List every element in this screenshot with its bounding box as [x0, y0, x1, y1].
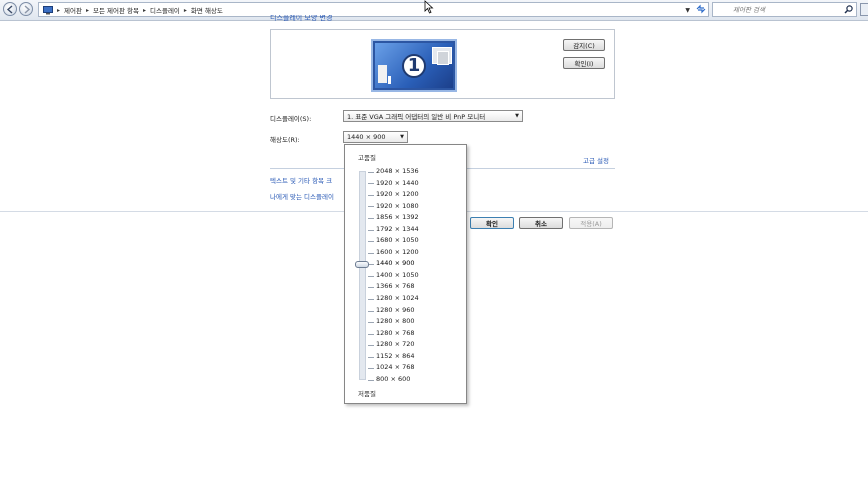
resolution-options: 2048 × 1536 1920 × 1440 1920 × 1200 1920 × …	[376, 166, 419, 385]
resolution-option[interactable]: 1680 × 1050	[376, 235, 419, 247]
breadcrumb-separator-icon: ▸	[85, 6, 89, 14]
resolution-option[interactable]: 2048 × 1536	[376, 166, 419, 178]
monitor-number-badge: 1	[402, 54, 426, 78]
detect-button[interactable]: 감지(C)	[563, 39, 605, 51]
search-input[interactable]	[733, 4, 843, 15]
resolution-option[interactable]: 1600 × 1200	[376, 247, 419, 259]
resolution-option[interactable]: 800 × 600	[376, 374, 419, 386]
forward-button[interactable]	[19, 2, 33, 16]
breadcrumb[interactable]: ▸ 제어판 ▸ 모든 제어판 항목 ▸ 디스플레이 ▸ 화면 해상도 ▼	[38, 2, 709, 17]
chevron-down-icon: ▼	[515, 113, 519, 119]
slider-tick	[368, 252, 374, 254]
resolution-select-value: 1440 × 900	[347, 133, 386, 141]
high-quality-label: 고품질	[358, 154, 376, 162]
breadcrumb-item-screen-resolution[interactable]: 화면 해상도	[191, 5, 223, 15]
slider-tick	[368, 287, 374, 289]
low-quality-label: 저품질	[358, 390, 376, 398]
slider-tick	[368, 171, 374, 173]
display-label: 디스플레이(S):	[270, 115, 312, 123]
back-arrow-icon	[6, 5, 13, 14]
monitor-1-icon[interactable]: 1	[371, 39, 457, 92]
window-edge-button[interactable]	[860, 3, 868, 16]
chevron-down-icon: ▼	[400, 134, 404, 140]
slider-tick	[368, 368, 374, 370]
resolution-option[interactable]: 1280 × 768	[376, 328, 419, 340]
slider-tick	[368, 218, 374, 220]
advanced-settings-link[interactable]: 고급 설정	[583, 155, 609, 165]
text-size-link[interactable]: 텍스트 및 기타 항목 크	[270, 175, 332, 185]
slider-tick	[368, 322, 374, 324]
breadcrumb-item-display[interactable]: 디스플레이	[150, 5, 180, 15]
breadcrumb-separator-icon: ▸	[142, 6, 146, 14]
resolution-option[interactable]: 1152 × 864	[376, 351, 419, 363]
resolution-slider-track[interactable]	[359, 171, 366, 380]
display-select-value: 1. 표준 VGA 그래픽 어댑터의 일반 비 PnP 모니터	[347, 113, 486, 121]
resolution-option[interactable]: 1280 × 960	[376, 305, 419, 317]
resolution-option[interactable]: 1920 × 1080	[376, 201, 419, 213]
cancel-button[interactable]: 취소	[519, 217, 563, 229]
resolution-select[interactable]: 1440 × 900 ▼	[343, 131, 408, 143]
resolution-option[interactable]: 1280 × 1024	[376, 293, 419, 305]
slider-tick	[368, 194, 374, 196]
slider-tick	[368, 229, 374, 231]
breadcrumb-item-control-panel[interactable]: 제어판	[64, 5, 82, 15]
resolution-option[interactable]: 1024 × 768	[376, 362, 419, 374]
refresh-icon[interactable]	[696, 4, 706, 17]
apply-button[interactable]: 적용(A)	[569, 217, 613, 229]
display-select[interactable]: 1. 표준 VGA 그래픽 어댑터의 일반 비 PnP 모니터 ▼	[343, 110, 523, 122]
slider-tick	[368, 356, 374, 358]
chevron-down-icon[interactable]: ▼	[685, 7, 690, 14]
resolution-label: 해상도(R):	[270, 136, 300, 144]
slider-tick	[368, 183, 374, 185]
resolution-option[interactable]: 1280 × 800	[376, 316, 419, 328]
resolution-slider-thumb[interactable]	[355, 260, 369, 268]
mouse-cursor-icon	[424, 0, 434, 14]
breadcrumb-item-all-items[interactable]: 모든 제어판 항목	[93, 5, 139, 15]
slider-tick	[368, 241, 374, 243]
breadcrumb-separator-icon: ▸	[57, 6, 61, 14]
resolution-option[interactable]: 1920 × 1200	[376, 189, 419, 201]
resolution-option[interactable]: 1920 × 1440	[376, 178, 419, 190]
forward-arrow-icon	[24, 5, 31, 14]
resolution-dropdown[interactable]: 고품질 2048 × 1536 1920 × 1440 1920 × 1200 192…	[344, 144, 467, 404]
breadcrumb-separator-icon: ▸	[183, 6, 187, 14]
resolution-option[interactable]: 1856 × 1392	[376, 212, 419, 224]
resolution-option[interactable]: 1366 × 768	[376, 281, 419, 293]
control-panel-icon	[43, 5, 53, 14]
identify-button[interactable]: 확인(I)	[563, 57, 605, 69]
which-display-link[interactable]: 나에게 맞는 디스플레이	[270, 191, 334, 201]
slider-tick	[368, 345, 374, 347]
slider-tick	[368, 333, 374, 335]
slider-tick	[368, 310, 374, 312]
slider-tick	[368, 206, 374, 208]
search-icon[interactable]	[844, 5, 853, 14]
resolution-option[interactable]: 1792 × 1344	[376, 224, 419, 236]
slider-tick	[368, 298, 374, 300]
resolution-option[interactable]: 1440 × 900	[376, 258, 419, 270]
slider-tick	[368, 379, 374, 381]
resolution-option[interactable]: 1280 × 720	[376, 339, 419, 351]
resolution-option[interactable]: 1400 × 1050	[376, 270, 419, 282]
slider-tick	[368, 275, 374, 277]
back-button[interactable]	[3, 2, 17, 16]
search-box[interactable]	[712, 2, 857, 17]
monitor-number: 1	[407, 55, 421, 76]
page-title: 디스플레이 모양 변경	[270, 15, 333, 21]
display-preview-panel: 1 감지(C) 확인(I)	[270, 29, 615, 99]
ok-button[interactable]: 확인	[470, 217, 514, 229]
